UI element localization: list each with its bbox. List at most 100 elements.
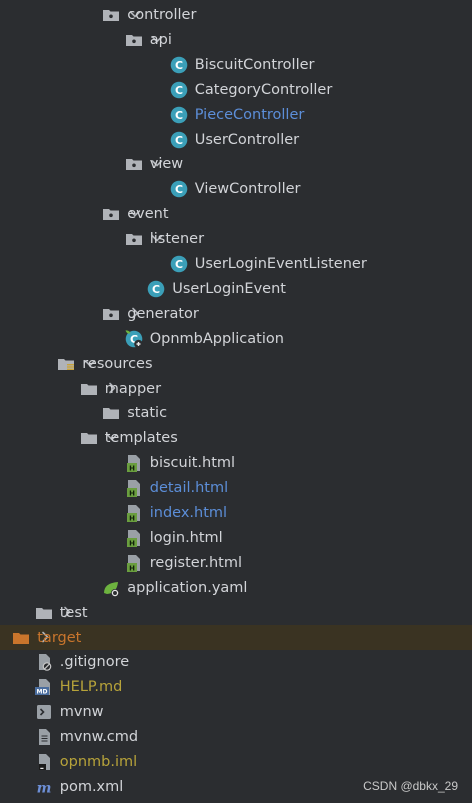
tree-row-label: static	[127, 405, 168, 422]
svg-text:C: C	[175, 109, 183, 122]
tree-row-label: resources	[82, 355, 153, 372]
tree-row[interactable]: templates	[0, 425, 472, 450]
tree-row[interactable]: application.yaml	[0, 575, 472, 600]
tree-row-label: application.yaml	[127, 579, 248, 596]
class-icon: C	[169, 55, 189, 75]
folder-icon	[101, 5, 121, 25]
tree-row-label: target	[37, 629, 82, 646]
tree-row[interactable]: target	[0, 624, 472, 650]
tree-row-label: event	[127, 206, 169, 223]
tree-row-label: login.html	[149, 529, 223, 546]
tree-row[interactable]: controller	[0, 2, 472, 27]
svg-text:H: H	[129, 490, 135, 498]
tree-row[interactable]: Hbiscuit.html	[0, 450, 472, 475]
tree-row[interactable]: .gitignore	[0, 649, 472, 674]
tree-row[interactable]: Hregister.html	[0, 550, 472, 575]
tree-row[interactable]: Hlogin.html	[0, 525, 472, 550]
svg-text:MD: MD	[36, 689, 47, 696]
tree-row-label: UserController	[194, 131, 300, 148]
tree-row-label: OpnmbApplication	[149, 330, 284, 347]
watermark: CSDN @dbkx_29	[363, 779, 458, 793]
tree-row[interactable]: opnmb.iml	[0, 749, 472, 774]
html-file-icon: H	[124, 528, 144, 548]
svg-text:C: C	[175, 134, 183, 147]
tree-row-label: index.html	[149, 505, 228, 521]
tree-row-label: .gitignore	[59, 654, 130, 671]
tree-row[interactable]: C ViewController	[0, 176, 472, 201]
tree-row-label: detail.html	[149, 480, 229, 497]
tree-row-label: pom.xml	[59, 778, 124, 795]
html-file-icon: H	[124, 453, 144, 473]
project-tree: controller api C BiscuitController C Category…	[0, 0, 472, 803]
folder-icon	[101, 304, 121, 324]
plain-folder-icon	[79, 428, 99, 448]
tree-row[interactable]: event	[0, 201, 472, 226]
tree-row[interactable]: listener	[0, 226, 472, 251]
tree-row[interactable]: C CategoryController	[0, 77, 472, 102]
tree-row-label: biscuit.html	[149, 455, 236, 472]
tree-row[interactable]: view	[0, 151, 472, 176]
resources-folder-icon	[56, 354, 76, 374]
tree-row[interactable]: test	[0, 600, 472, 625]
tree-row[interactable]: Hdetail.html	[0, 475, 472, 500]
class-icon: C	[169, 80, 189, 100]
tree-row[interactable]: mvnw.cmd	[0, 724, 472, 749]
class-icon: C	[146, 279, 166, 299]
folder-icon	[124, 154, 144, 174]
html-file-icon: H	[124, 478, 144, 498]
tree-row[interactable]: MD HELP.md	[0, 674, 472, 699]
spring-app-icon: C	[124, 329, 144, 349]
tree-row-label: CategoryController	[194, 81, 333, 98]
svg-text:C: C	[175, 84, 183, 97]
tree-row-label: opnmb.iml	[59, 754, 138, 770]
tree-row[interactable]: generator	[0, 301, 472, 326]
tree-row-label: controller	[127, 7, 197, 23]
svg-text:H: H	[129, 564, 135, 572]
tree-row[interactable]: C UserLoginEventListener	[0, 251, 472, 276]
tree-row[interactable]: Hindex.html	[0, 500, 472, 525]
tree-row[interactable]: C UserController	[0, 127, 472, 152]
tree-row[interactable]: mvnw	[0, 699, 472, 724]
tree-row-label: ViewController	[194, 181, 301, 198]
tree-row-label: register.html	[149, 554, 242, 571]
tree-row[interactable]: static	[0, 400, 472, 425]
tree-row[interactable]: api	[0, 27, 472, 52]
html-file-icon: H	[124, 503, 144, 523]
tree-row[interactable]: C PieceController	[0, 102, 472, 127]
tree-row[interactable]: resources	[0, 351, 472, 376]
tree-row-label: templates	[104, 430, 178, 447]
excluded-folder-icon	[11, 628, 31, 648]
svg-text:H: H	[129, 465, 135, 473]
tree-row-label: test	[59, 604, 88, 621]
tree-row-label: mvnw	[59, 704, 104, 721]
ignore-file-icon	[34, 652, 54, 672]
plain-folder-icon	[34, 603, 54, 623]
terminal-file-icon	[34, 702, 54, 722]
text-file-icon	[34, 727, 54, 747]
class-icon: C	[169, 105, 189, 125]
tree-row[interactable]: C OpnmbApplication	[0, 326, 472, 351]
svg-text:C: C	[175, 59, 183, 72]
tree-row[interactable]: mapper	[0, 376, 472, 401]
tree-row-label: HELP.md	[59, 679, 123, 696]
svg-text:C: C	[152, 283, 160, 296]
tree-row[interactable]: C UserLoginEvent	[0, 276, 472, 301]
svg-text:m: m	[36, 780, 51, 796]
class-icon: C	[169, 179, 189, 199]
tree-row[interactable]: C BiscuitController	[0, 52, 472, 77]
tree-row-label: mvnw.cmd	[59, 729, 139, 746]
svg-text:H: H	[129, 515, 135, 523]
tree-row-label: BiscuitController	[194, 56, 315, 73]
class-icon: C	[169, 254, 189, 274]
maven-file-icon: m	[34, 777, 54, 797]
tree-row-label: listener	[149, 231, 205, 248]
plain-folder-icon	[79, 379, 99, 399]
tree-row-label: mapper	[104, 380, 162, 397]
spring-yaml-icon	[101, 578, 121, 598]
tree-row-label: api	[149, 31, 172, 48]
tree-row-label: view	[149, 156, 184, 173]
html-file-icon: H	[124, 553, 144, 573]
folder-icon	[101, 204, 121, 224]
markdown-file-icon: MD	[34, 677, 54, 697]
svg-text:H: H	[129, 539, 135, 547]
